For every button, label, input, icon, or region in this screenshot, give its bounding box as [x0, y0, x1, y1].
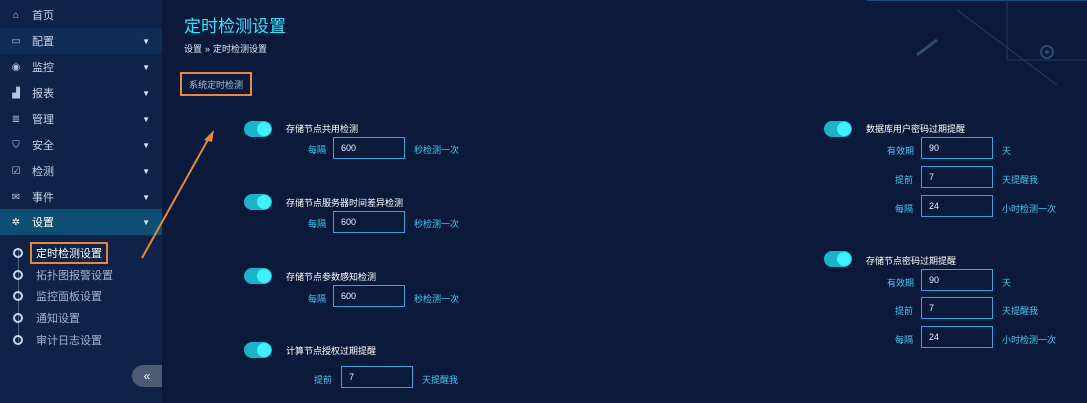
sidebar-item-monitor[interactable]: ◉ 监控 ▼: [0, 54, 162, 80]
option-prefix: 每隔: [895, 204, 914, 214]
validity-input[interactable]: [921, 137, 993, 159]
tab-system-timed-check[interactable]: 系统定时检测: [180, 72, 252, 96]
sidebar-item-label: 事件: [32, 192, 54, 204]
sidebar-subitem-label: 审计日志设置: [36, 335, 102, 347]
interval-input[interactable]: [333, 285, 405, 307]
gear-icon: ✲: [11, 216, 21, 228]
toggle-compute-license-expiry[interactable]: [244, 342, 272, 358]
option-suffix: 天: [1002, 146, 1012, 156]
circle-icon: [13, 270, 23, 280]
breadcrumb-item[interactable]: 设置: [184, 44, 202, 54]
monitor-icon: ▭: [11, 35, 21, 47]
circuit-decoration: [867, 0, 1087, 86]
caret-down-icon: ▼: [142, 88, 150, 98]
option-prefix: 每隔: [308, 145, 327, 155]
sidebar-item-label: 首页: [32, 10, 54, 22]
interval-input[interactable]: [333, 137, 405, 159]
toggle-storage-time-diff-check[interactable]: [244, 194, 272, 210]
main-content: 定时检测设置 设置»定时检测设置 系统定时检测 存储节点共用检测 每隔 秒检测一…: [141, 0, 1087, 403]
sidebar-item-label: 安全: [32, 140, 54, 152]
option-title: 存储节点共用检测: [286, 124, 359, 134]
option-suffix: 秒检测一次: [414, 219, 460, 229]
circle-icon: [13, 335, 23, 345]
option-prefix: 有效期: [887, 146, 915, 156]
sidebar-subitem-audit-log[interactable]: 审计日志设置: [0, 330, 162, 350]
sidebar-item-config[interactable]: ▭ 配置 ▼: [0, 28, 162, 54]
page-title: 定时检测设置: [184, 17, 286, 36]
toggle-storage-param-check[interactable]: [244, 268, 272, 284]
shield-icon: ⛉: [12, 139, 20, 151]
collapse-sidebar-button[interactable]: «: [132, 365, 162, 387]
sidebar-subitem-topology-alarm[interactable]: 拓扑图报警设置: [0, 265, 162, 285]
envelope-icon: ✉: [11, 191, 21, 203]
option-title: 存储节点参数感知检测: [286, 272, 377, 282]
option-title: 存储节点密码过期提醒: [866, 256, 957, 266]
option-prefix: 提前: [895, 306, 914, 316]
option-title: 存储节点服务器时间差异检测: [286, 198, 404, 208]
option-suffix: 天: [1002, 278, 1012, 288]
validity-input[interactable]: [921, 269, 993, 291]
check-icon: ☑: [11, 165, 21, 177]
option-suffix: 天提醒我: [1002, 306, 1039, 316]
sidebar-subitem-monitor-panel[interactable]: 监控面板设置: [0, 286, 162, 306]
circle-icon: [13, 313, 23, 323]
sidebar-item-home[interactable]: ⌂ 首页: [0, 2, 162, 28]
sidebar-item-label: 检测: [32, 166, 54, 178]
sidebar-subitem-notify[interactable]: 通知设置: [0, 308, 162, 328]
sidebar-item-label: 配置: [32, 36, 54, 48]
caret-down-icon: ▼: [142, 36, 150, 46]
circle-icon: [13, 248, 23, 258]
option-title: 数据库用户密码过期提醒: [866, 124, 966, 134]
eye-icon: ◉: [11, 61, 21, 73]
option-suffix: 小时检测一次: [1002, 335, 1057, 345]
collapse-row: «: [0, 365, 162, 387]
sidebar-item-label: 设置: [32, 217, 54, 229]
breadcrumb-current: 定时检测设置: [213, 44, 268, 54]
breadcrumb-separator: »: [205, 44, 211, 54]
option-title: 计算节点授权过期提醒: [286, 346, 377, 356]
days-input[interactable]: [341, 366, 413, 388]
interval-hours-input[interactable]: [921, 326, 993, 348]
sidebar-subitem-label: 通知设置: [36, 313, 80, 325]
annotation-arrow: [141, 130, 214, 259]
caret-down-icon: ▼: [142, 114, 150, 124]
toggle-storage-password-expiry[interactable]: [824, 251, 852, 267]
toggle-storage-shared-check[interactable]: [244, 121, 272, 137]
home-icon: ⌂: [12, 9, 20, 21]
option-prefix: 提前: [895, 175, 914, 185]
option-prefix: 有效期: [887, 278, 915, 288]
interval-hours-input[interactable]: [921, 195, 993, 217]
circle-icon: [13, 291, 23, 301]
remind-days-input[interactable]: [921, 166, 993, 188]
sidebar-item-label: 监控: [32, 62, 54, 74]
option-prefix: 每隔: [895, 335, 914, 345]
sidebar-item-reports[interactable]: ▟ 报表 ▼: [0, 80, 162, 106]
option-prefix: 每隔: [308, 219, 327, 229]
breadcrumb: 设置» 定时检测设置: [184, 42, 267, 55]
option-suffix: 小时检测一次: [1002, 204, 1057, 214]
database-icon: ≣: [11, 113, 21, 125]
interval-input[interactable]: [333, 211, 405, 233]
option-suffix: 秒检测一次: [414, 294, 460, 304]
option-suffix: 秒检测一次: [414, 145, 460, 155]
option-suffix: 天提醒我: [1002, 175, 1039, 185]
remind-days-input[interactable]: [921, 297, 993, 319]
tab-label: 系统定时检测: [188, 79, 243, 90]
sidebar-subitem-label: 拓扑图报警设置: [36, 270, 113, 282]
option-suffix: 天提醒我: [422, 375, 459, 385]
sidebar-subitem-label: 定时检测设置: [30, 242, 108, 264]
option-prefix: 提前: [314, 375, 333, 385]
chart-icon: ▟: [12, 87, 20, 99]
toggle-db-password-expiry[interactable]: [824, 121, 852, 137]
sidebar-item-label: 管理: [32, 114, 54, 126]
sidebar-item-label: 报表: [32, 88, 54, 100]
option-prefix: 每隔: [308, 294, 327, 304]
double-chevron-left-icon: «: [143, 369, 151, 383]
caret-down-icon: ▼: [142, 62, 150, 72]
sidebar-subitem-label: 监控面板设置: [36, 291, 102, 303]
